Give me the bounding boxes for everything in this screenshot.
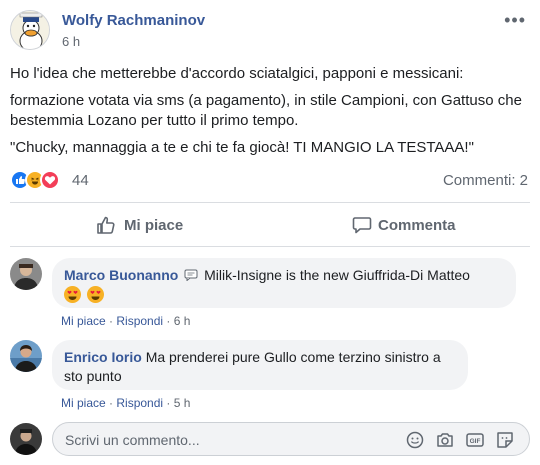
commenter-avatar[interactable]	[10, 340, 42, 372]
reactions-summary: 44 Commenti: 2	[10, 170, 530, 192]
comment-item: Marco Buonanno Milik-Insigne is the new …	[10, 258, 530, 330]
comment-input-box[interactable]: GIF	[52, 422, 530, 456]
comment-button-label: Commenta	[378, 217, 456, 234]
comment-text: Milik-Insigne is the new Giuffrida-Di Ma…	[204, 267, 470, 283]
reaction-count[interactable]: 44	[72, 172, 89, 189]
comment-reply-link[interactable]: Rispondi	[116, 314, 163, 328]
comment-timestamp[interactable]: 5 h	[174, 396, 191, 410]
post-paragraph: formazione votata via sms (a pagamento),…	[10, 92, 522, 129]
camera-icon[interactable]	[435, 430, 455, 450]
commenter-avatar[interactable]	[10, 258, 42, 290]
comment-bubble: Enrico Iorio Ma prenderei pure Gullo com…	[52, 340, 468, 390]
like-button-label: Mi piace	[124, 217, 184, 234]
thumbs-up-icon	[97, 216, 115, 234]
post-header: Wolfy Rachmaninov 6 h •••	[10, 8, 530, 54]
love-icon[interactable]	[40, 170, 60, 190]
post-actions: Mi piace Commenta	[10, 205, 530, 245]
post-paragraph: "Chucky, mannaggia a te e chi te fa gioc…	[10, 139, 474, 156]
comments-count-link[interactable]: Commenti: 2	[443, 172, 528, 189]
author-avatar[interactable]	[10, 10, 50, 50]
author-name[interactable]: Wolfy Rachmaninov	[62, 12, 205, 29]
comment-reply-link[interactable]: Rispondi	[116, 396, 163, 410]
heart-eyes-emoji	[86, 286, 104, 303]
divider	[10, 246, 530, 247]
comment-actions: Mi piace · Rispondi · 5 h	[61, 396, 191, 410]
commenter-name[interactable]: Enrico Iorio	[64, 349, 142, 365]
comment-like-link[interactable]: Mi piace	[61, 314, 106, 328]
comment-button[interactable]: Commenta	[270, 205, 530, 245]
comment-input[interactable]	[65, 430, 395, 450]
more-options-icon[interactable]: •••	[504, 10, 526, 31]
comment-item: Enrico Iorio Ma prenderei pure Gullo com…	[10, 340, 530, 412]
post-paragraph: Ho l'idea che metterebbe d'accordo sciat…	[10, 65, 464, 82]
comment-like-link[interactable]: Mi piace	[61, 396, 106, 410]
current-user-avatar[interactable]	[10, 423, 42, 455]
comment-timestamp[interactable]: 6 h	[174, 314, 191, 328]
comment-bubble: Marco Buonanno Milik-Insigne is the new …	[52, 258, 516, 308]
comment-actions: Mi piace · Rispondi · 6 h	[61, 314, 191, 328]
sticker-icon[interactable]	[495, 430, 515, 450]
chat-bubble-icon	[184, 269, 198, 282]
svg-text:GIF: GIF	[470, 438, 481, 445]
emoji-icon[interactable]	[405, 430, 425, 450]
heart-eyes-emoji	[64, 286, 81, 303]
gif-icon[interactable]: GIF	[465, 430, 485, 450]
comment-icon	[352, 217, 372, 234]
post-timestamp[interactable]: 6 h	[62, 34, 80, 49]
commenter-name[interactable]: Marco Buonanno	[64, 267, 178, 283]
post-text: Ho l'idea che metterebbe d'accordo sciat…	[10, 64, 530, 165]
comment-composer: GIF	[10, 422, 530, 456]
divider	[10, 202, 530, 203]
like-button[interactable]: Mi piace	[10, 205, 270, 245]
